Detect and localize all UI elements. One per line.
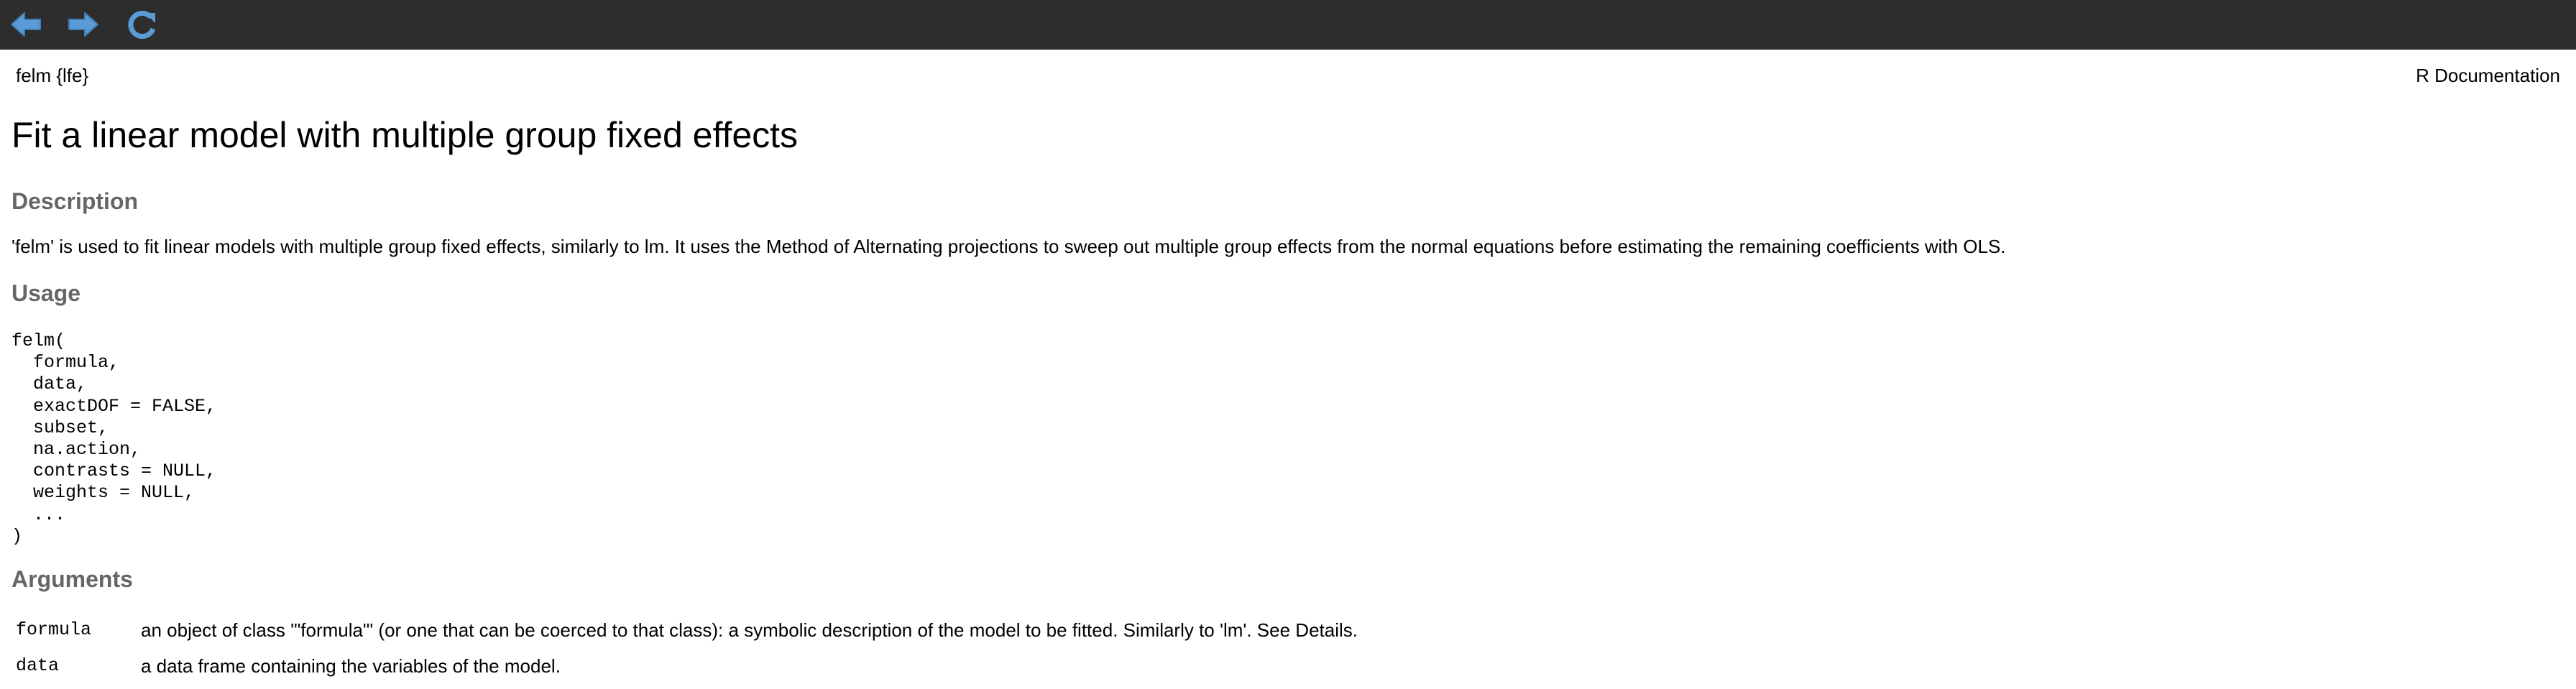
back-button[interactable]	[7, 7, 45, 42]
description-heading: Description	[12, 188, 139, 214]
arguments-heading: Arguments	[12, 566, 133, 592]
page-title: Fit a linear model with multiple group f…	[12, 115, 799, 155]
argument-description: an object of class '"formula"' (or one t…	[141, 619, 1358, 641]
help-content: felm {lfe} R Documentation Fit a linear …	[0, 49, 2576, 689]
arrow-right-icon	[68, 12, 98, 37]
usage-heading: Usage	[12, 280, 81, 306]
refresh-button[interactable]	[124, 7, 161, 42]
forward-button[interactable]	[65, 7, 102, 42]
help-toolbar	[0, 0, 2576, 50]
topic-header: felm {lfe}	[16, 65, 89, 86]
argument-description: a data frame containing the variables of…	[141, 655, 561, 677]
description-text: 'felm' is used to fit linear models with…	[12, 236, 2006, 257]
refresh-icon	[128, 11, 156, 40]
argument-name: data	[16, 655, 60, 676]
argument-row-data: data a data frame containing the variabl…	[16, 655, 2172, 684]
argument-name: formula	[16, 619, 92, 640]
argument-row-formula: formula an object of class '"formula"' (…	[16, 619, 2172, 648]
arrow-left-icon	[11, 12, 41, 37]
doc-source-label: R Documentation	[2416, 65, 2560, 86]
usage-code-block: felm( formula, data, exactDOF = FALSE, s…	[12, 330, 217, 547]
